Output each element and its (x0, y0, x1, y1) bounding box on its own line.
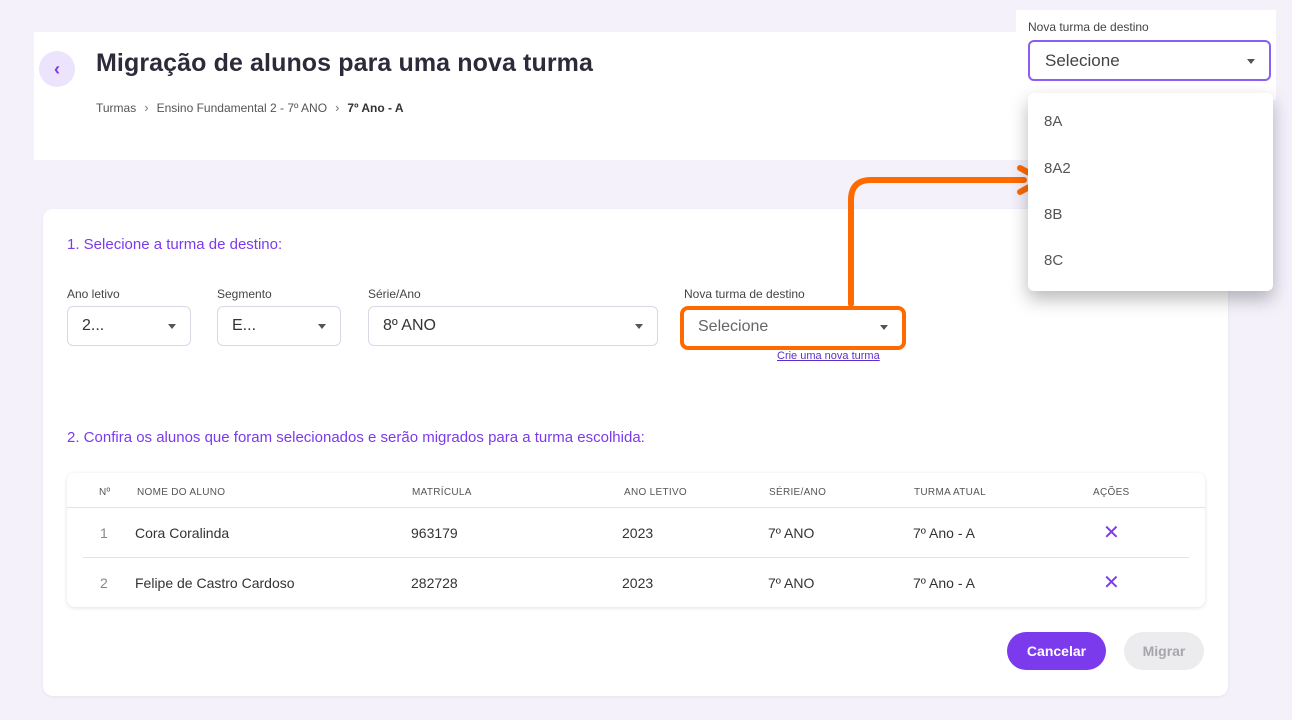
breadcrumb-item-current: 7º Ano - A (347, 100, 404, 115)
remove-student-button[interactable]: ✕ (1103, 523, 1120, 543)
student-matricula: 282728 (411, 575, 458, 591)
nova-turma-label: Nova turma de destino (684, 287, 805, 301)
segmento-value: E... (232, 317, 257, 334)
student-name: Felipe de Castro Cardoso (135, 575, 295, 591)
remove-student-button[interactable]: ✕ (1103, 573, 1120, 593)
student-ano-letivo: 2023 (622, 575, 654, 591)
caret-down-icon (635, 324, 643, 329)
student-turma: 7º Ano - A (913, 575, 975, 591)
student-name: Cora Coralinda (135, 525, 230, 541)
dropdown-option-8a[interactable]: 8A (1044, 113, 1062, 130)
column-header-turma-atual: TURMA ATUAL (914, 487, 987, 498)
student-serie: 7º ANO (768, 575, 815, 591)
step2-title: 2. Confira os alunos que foram seleciona… (67, 429, 645, 446)
student-matricula: 963179 (411, 525, 458, 541)
chevron-right-icon: › (144, 100, 149, 115)
dropdown-inset-select[interactable]: Selecione (1028, 40, 1271, 81)
column-header-ano-letivo: ANO LETIVO (624, 487, 688, 498)
row-divider (83, 557, 1189, 558)
cancel-button[interactable]: Cancelar (1007, 632, 1106, 670)
dropdown-option-8b[interactable]: 8B (1044, 206, 1062, 223)
migrate-button[interactable]: Migrar (1124, 632, 1204, 670)
breadcrumb-item-turmas[interactable]: Turmas (96, 101, 136, 115)
step1-title: 1. Selecione a turma de destino: (67, 236, 283, 253)
ano-letivo-select[interactable]: 2... (67, 306, 191, 346)
breadcrumb: Turmas › Ensino Fundamental 2 - 7º ANO ›… (96, 100, 404, 115)
page-header: ‹ Migração de alunos para uma nova turma… (34, 32, 1114, 160)
column-header-num: Nº (99, 487, 111, 498)
row-num: 1 (100, 525, 108, 541)
dropdown-inset-label: Nova turma de destino (1028, 20, 1149, 34)
serie-ano-label: Série/Ano (368, 287, 421, 301)
dropdown-option-8a2[interactable]: 8A2 (1044, 160, 1071, 177)
column-header-serie-ano: SÉRIE/ANO (769, 487, 827, 498)
student-ano-letivo: 2023 (622, 525, 654, 541)
dropdown-option-8c[interactable]: 8C (1044, 252, 1063, 269)
serie-ano-select[interactable]: 8º ANO (368, 306, 658, 346)
student-turma: 7º Ano - A (913, 525, 975, 541)
create-class-link[interactable]: Crie uma nova turma (777, 350, 880, 362)
dropdown-menu: 8A 8A2 8B 8C (1028, 93, 1273, 291)
ano-letivo-value: 2... (82, 317, 105, 334)
dropdown-inset-placeholder: Selecione (1045, 50, 1120, 70)
breadcrumb-item-segment[interactable]: Ensino Fundamental 2 - 7º ANO (157, 101, 327, 115)
chevron-right-icon: › (335, 100, 340, 115)
column-header-acoes: AÇÕES (1093, 487, 1130, 498)
back-button[interactable]: ‹ (39, 51, 75, 87)
segmento-select[interactable]: E... (217, 306, 341, 346)
chevron-left-icon: ‹ (54, 58, 60, 79)
row-num: 2 (100, 575, 108, 591)
student-serie: 7º ANO (768, 525, 815, 541)
caret-down-icon (1247, 59, 1255, 64)
close-icon: ✕ (1103, 572, 1120, 594)
caret-down-icon (168, 324, 176, 329)
close-icon: ✕ (1103, 522, 1120, 544)
segmento-label: Segmento (217, 287, 272, 301)
column-header-matricula: MATRÍCULA (412, 487, 472, 498)
column-header-name: NOME DO ALUNO (137, 487, 226, 498)
header-divider (67, 507, 1205, 508)
caret-down-icon (318, 324, 326, 329)
serie-ano-value: 8º ANO (383, 317, 436, 334)
highlight-box (680, 306, 906, 350)
students-table: Nº NOME DO ALUNO MATRÍCULA ANO LETIVO SÉ… (67, 473, 1205, 607)
page-title: Migração de alunos para uma nova turma (96, 49, 593, 77)
ano-letivo-label: Ano letivo (67, 287, 120, 301)
